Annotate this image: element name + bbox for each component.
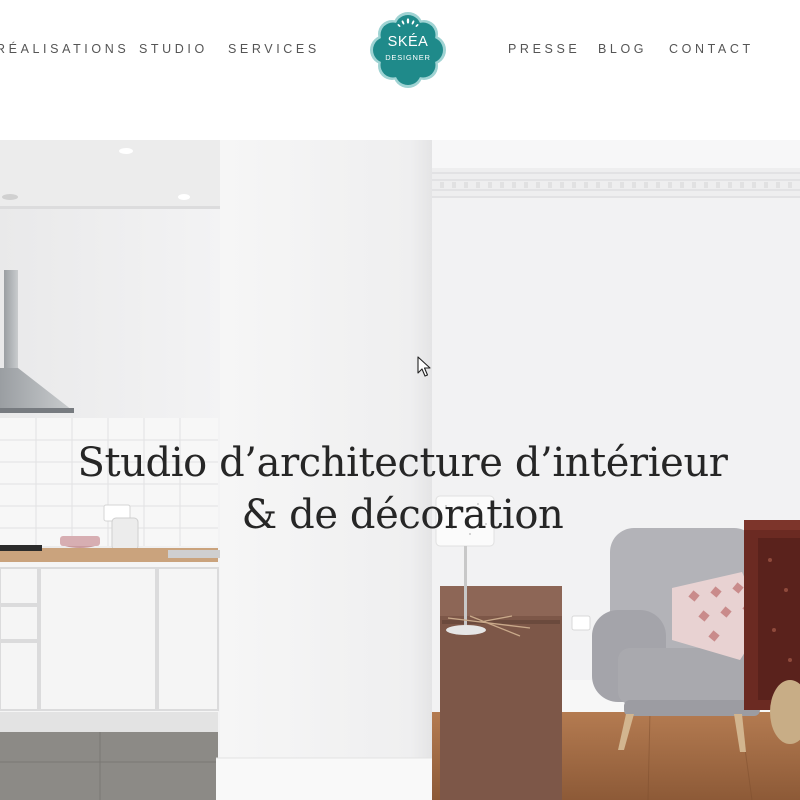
hero-title-line-1: Studio d’architecture d’intérieur xyxy=(77,440,728,486)
hero-banner: Studio d’architecture d’intérieur & de d… xyxy=(0,140,800,800)
nav-contact[interactable]: CONTACT xyxy=(669,42,754,56)
nav-realisations[interactable]: RÉALISATIONS xyxy=(0,42,129,56)
nav-blog[interactable]: BLOG xyxy=(598,42,647,56)
nav-presse[interactable]: PRESSE xyxy=(508,42,580,56)
site-header: RÉALISATIONS STUDIO SERVICES SKÉA DESIGN… xyxy=(0,0,800,140)
mouse-cursor-icon xyxy=(417,356,431,377)
logo-wordmark: SKÉA xyxy=(387,34,429,50)
nav-studio[interactable]: STUDIO xyxy=(139,42,208,56)
nav-services[interactable]: SERVICES xyxy=(228,42,320,56)
logo-subtitle: DESIGNER xyxy=(385,53,431,62)
site-logo[interactable]: SKÉA DESIGNER xyxy=(370,12,446,88)
logo-badge-icon xyxy=(370,12,446,88)
hero-title-line-2: & de décoration xyxy=(241,492,564,538)
